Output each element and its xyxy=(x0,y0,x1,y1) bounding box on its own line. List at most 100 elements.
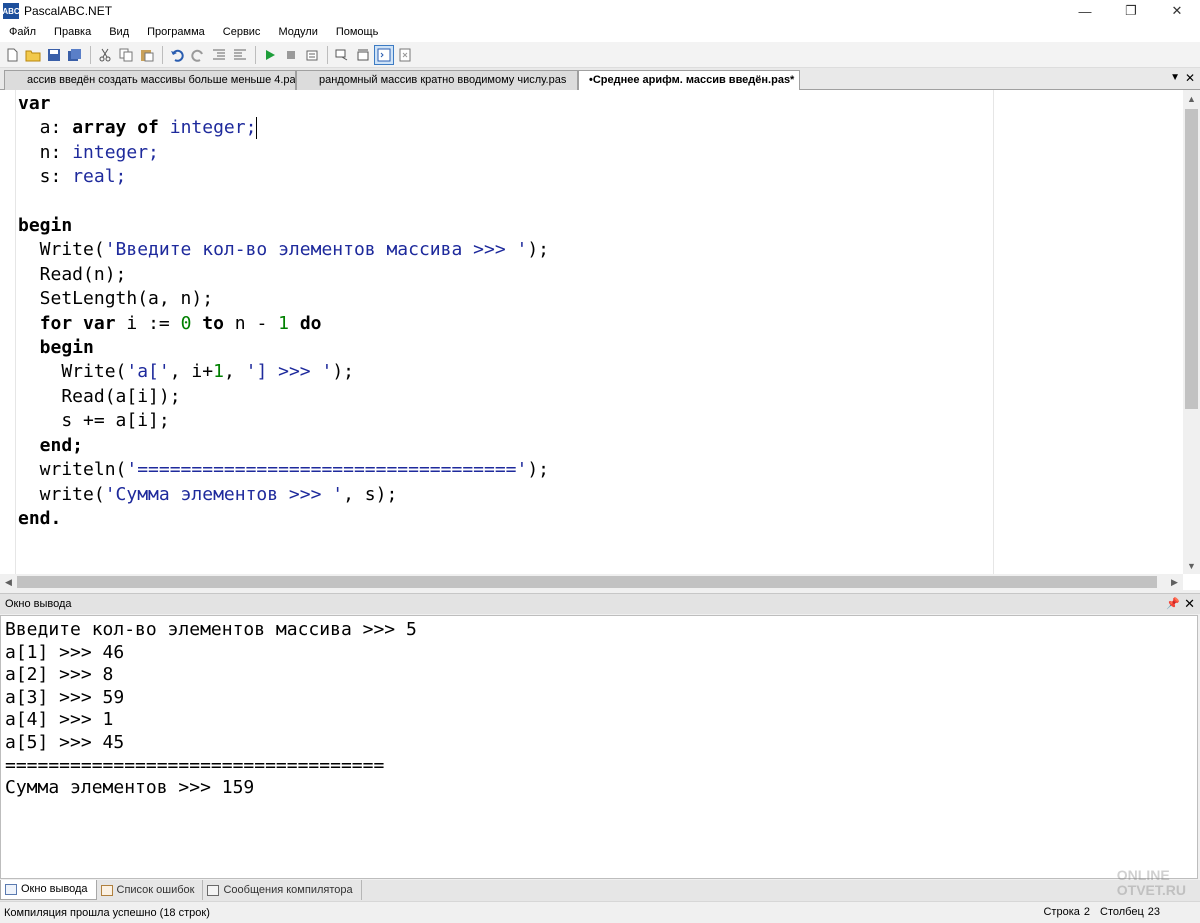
string-literal: '===================================' xyxy=(126,459,528,481)
indent-button[interactable] xyxy=(209,45,229,65)
code-text: Read(a[i]); xyxy=(18,385,181,407)
code-text: ); xyxy=(527,459,550,481)
menu-modules[interactable]: Модули xyxy=(269,22,326,42)
close-icon: ✕ xyxy=(1171,3,1183,18)
tab-file-1[interactable]: ассив введён создать массивы больше мень… xyxy=(4,70,296,90)
new-file-button[interactable] xyxy=(2,45,22,65)
number-literal: 0 xyxy=(180,312,192,334)
tab-label: •Среднее арифм. массив введён.pas* xyxy=(589,74,795,86)
string-literal: 'Сумма элементов >>> ' xyxy=(104,483,344,505)
close-panel-icon[interactable]: ✕ xyxy=(1184,596,1195,612)
tab-output-window[interactable]: Окно вывода xyxy=(0,880,97,900)
code-line: writeln('===============================… xyxy=(18,458,549,482)
menu-program[interactable]: Программа xyxy=(138,22,214,42)
toolbar-separator xyxy=(255,45,256,64)
copy-button[interactable] xyxy=(116,45,136,65)
code-line: for var i := 0 to n - 1 do xyxy=(18,312,549,336)
form-designer-button[interactable] xyxy=(395,45,415,65)
console-toggle-button[interactable] xyxy=(374,44,394,65)
code-text: writeln( xyxy=(18,459,127,481)
menu-edit[interactable]: Правка xyxy=(45,22,100,42)
pin-icon[interactable]: 📌 xyxy=(1166,597,1180,610)
code-line-empty: ​ xyxy=(18,190,549,214)
code-line: Write('a[', i+1, '] >>> '); xyxy=(18,360,549,384)
scroll-down-icon[interactable]: ▼ xyxy=(1183,557,1200,574)
code-line: n: integer; xyxy=(18,141,549,165)
open-file-button[interactable] xyxy=(23,45,43,65)
close-tab-icon[interactable]: ✕ xyxy=(1185,71,1195,85)
source-code[interactable]: var a: array of integer; n: integer; s: … xyxy=(18,92,549,531)
paste-icon xyxy=(141,49,154,61)
step-over-button[interactable] xyxy=(353,45,373,65)
scroll-thumb[interactable] xyxy=(1185,109,1198,409)
code-text: i := xyxy=(115,312,181,334)
code-editor[interactable]: var a: array of integer; n: integer; s: … xyxy=(0,90,1200,590)
copy-icon xyxy=(119,48,133,61)
run-button[interactable] xyxy=(260,45,280,65)
save-button[interactable] xyxy=(44,45,64,65)
scroll-left-icon[interactable]: ◀ xyxy=(0,574,17,590)
code-line: var xyxy=(18,92,549,116)
menu-bar: Файл Правка Вид Программа Сервис Модули … xyxy=(0,22,1200,42)
form-icon xyxy=(399,48,411,61)
editor-vertical-scrollbar[interactable]: ▲ ▼ xyxy=(1183,90,1200,574)
code-text: Write( xyxy=(18,239,105,261)
undo-button[interactable] xyxy=(167,45,187,65)
code-text: ); xyxy=(332,361,355,383)
editor-horizontal-scrollbar[interactable]: ◀ ▶ xyxy=(0,574,1183,590)
row-value: 2 xyxy=(1083,906,1090,918)
tab-label: Список ошибок xyxy=(116,883,195,896)
restore-button[interactable]: ❐ xyxy=(1108,0,1154,22)
new-file-icon xyxy=(7,48,18,61)
status-message: Компиляция прошла успешно (18 строк) xyxy=(4,906,210,919)
keyword: of xyxy=(137,117,159,139)
tab-file-2[interactable]: рандомный массив кратно вводимому числу.… xyxy=(296,70,578,90)
scroll-right-icon[interactable]: ▶ xyxy=(1166,574,1183,590)
menu-file[interactable]: Файл xyxy=(0,22,45,42)
scroll-thumb[interactable] xyxy=(17,576,1157,588)
redo-button[interactable] xyxy=(188,45,208,65)
step-into-button[interactable] xyxy=(332,45,352,65)
output-window-icon xyxy=(5,884,17,895)
debug-button[interactable] xyxy=(302,45,322,65)
keyword: to xyxy=(202,312,224,334)
code-line: SetLength(a, n); xyxy=(18,287,549,311)
menu-view[interactable]: Вид xyxy=(100,22,138,42)
output-line: Введите кол-во элементов массива >>> 5 xyxy=(5,619,417,640)
right-margin-line xyxy=(993,90,994,574)
keyword: begin xyxy=(18,337,94,359)
tab-label: ассив введён создать массивы больше мень… xyxy=(27,74,296,86)
cut-button[interactable] xyxy=(95,45,115,65)
code-line: s: real; xyxy=(18,165,549,189)
output-line: Сумма элементов >>> 159 xyxy=(5,777,255,799)
save-all-button[interactable] xyxy=(65,45,85,65)
tab-file-3-active[interactable]: •Среднее арифм. массив введён.pas* xyxy=(578,70,800,91)
tab-compiler-messages[interactable]: Сообщения компилятора xyxy=(203,880,362,900)
menu-help[interactable]: Помощь xyxy=(327,22,388,42)
code-text: , i+ xyxy=(169,361,214,383)
tab-label: Окно вывода xyxy=(21,883,88,895)
scroll-up-icon[interactable]: ▲ xyxy=(1183,90,1200,107)
restore-icon: ❐ xyxy=(1125,3,1137,18)
editor-gutter xyxy=(0,90,16,574)
keyword: array xyxy=(72,117,127,139)
minimize-button[interactable]: — xyxy=(1062,0,1108,22)
output-panel-header: Окно вывода 📌 ✕ xyxy=(0,593,1200,614)
unindent-button[interactable] xyxy=(230,45,250,65)
tab-list-dropdown-icon[interactable]: ▼ xyxy=(1170,72,1180,83)
toolbar-separator xyxy=(162,45,163,64)
menu-service[interactable]: Сервис xyxy=(214,22,270,42)
toolbar-separator xyxy=(327,45,328,64)
toolbar xyxy=(0,42,1200,68)
close-window-button[interactable]: ✕ xyxy=(1154,0,1200,22)
output-window[interactable]: Введите кол-во элементов массива >>> 5 a[… xyxy=(0,615,1198,879)
keyword: do xyxy=(299,312,322,334)
stop-button[interactable] xyxy=(281,45,301,65)
paste-button[interactable] xyxy=(137,45,157,65)
tab-error-list[interactable]: Список ошибок xyxy=(97,880,204,900)
